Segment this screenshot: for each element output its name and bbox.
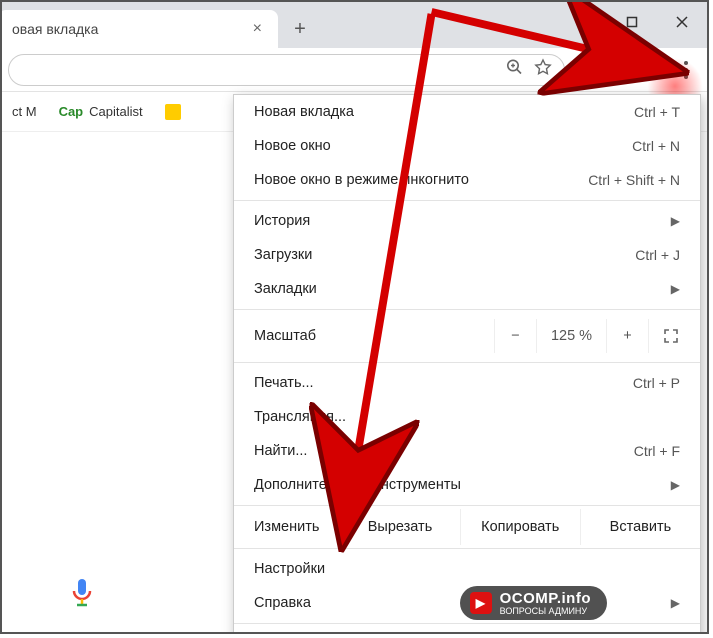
menu-settings[interactable]: Настройки (234, 552, 700, 586)
main-menu-button[interactable] (671, 55, 701, 85)
zoom-out-button[interactable]: − (494, 319, 536, 353)
extension-shield-icon[interactable] (569, 55, 599, 85)
edit-cut-button[interactable]: Вырезать (339, 509, 459, 545)
extension-profile-icon[interactable] (637, 55, 667, 85)
submenu-arrow-icon: ▶ (671, 596, 680, 610)
menu-shortcut: Ctrl + F (634, 443, 680, 459)
tab-title: овая вкладка (12, 21, 247, 37)
menu-downloads[interactable]: Загрузки Ctrl + J (234, 238, 700, 272)
menu-label: Дополнительные инструменты (254, 477, 661, 493)
bookmark-item[interactable] (165, 104, 181, 120)
menu-exit[interactable]: Выход (234, 627, 700, 634)
menu-label: Новое окно в режиме инкогнито (254, 172, 588, 188)
menu-label: Изменить (234, 509, 339, 545)
menu-label: История (254, 213, 661, 229)
watermark-icon: ▶ (470, 592, 492, 614)
extension-tag-icon[interactable] (603, 55, 633, 85)
menu-label: Масштаб (254, 328, 494, 344)
submenu-arrow-icon: ▶ (671, 478, 680, 492)
menu-bookmarks[interactable]: Закладки ▶ (234, 272, 700, 306)
window-maximize-button[interactable] (607, 2, 657, 42)
bookmark-favicon-icon (165, 104, 181, 120)
menu-find[interactable]: Найти... Ctrl + F (234, 434, 700, 468)
zoom-indicator-icon[interactable] (506, 58, 524, 81)
zoom-in-button[interactable]: + (606, 319, 648, 353)
watermark-subtext: ВОПРОСЫ АДМИНУ (500, 607, 591, 616)
submenu-arrow-icon: ▶ (671, 214, 680, 228)
menu-edit-row: Изменить Вырезать Копировать Вставить (234, 509, 700, 545)
voice-search-icon[interactable] (42, 568, 122, 618)
tab-close-icon[interactable]: × (247, 20, 268, 38)
menu-label: Закладки (254, 281, 661, 297)
menu-cast[interactable]: Трансляция... (234, 400, 700, 434)
menu-separator (234, 309, 700, 310)
menu-shortcut: Ctrl + N (632, 138, 680, 154)
menu-incognito[interactable]: Новое окно в режиме инкогнито Ctrl + Shi… (234, 163, 700, 197)
menu-shortcut: Ctrl + P (633, 375, 680, 391)
window-minimize-button[interactable] (557, 2, 607, 42)
menu-separator (234, 505, 700, 506)
menu-label: Новое окно (254, 138, 632, 154)
bookmark-item[interactable]: Cap Capitalist (59, 104, 143, 119)
menu-label: Загрузки (254, 247, 635, 263)
edit-copy-button[interactable]: Копировать (460, 509, 580, 545)
bookmark-star-icon[interactable] (534, 58, 552, 81)
titlebar: овая вкладка × + (2, 2, 707, 48)
submenu-arrow-icon: ▶ (671, 282, 680, 296)
bookmark-label: ct M (12, 104, 37, 119)
menu-label: Найти... (254, 443, 634, 459)
menu-separator (234, 548, 700, 549)
edit-paste-button[interactable]: Вставить (580, 509, 700, 545)
bookmark-favicon-text: Cap (59, 104, 84, 119)
menu-history[interactable]: История ▶ (234, 204, 700, 238)
menu-separator (234, 362, 700, 363)
toolbar (2, 48, 707, 92)
address-bar[interactable] (8, 54, 565, 86)
menu-separator (234, 623, 700, 624)
watermark-badge: ▶ OCOMP.info ВОПРОСЫ АДМИНУ (460, 586, 607, 620)
window-controls (557, 2, 707, 42)
bookmark-item[interactable]: ct M (12, 104, 37, 119)
browser-tab[interactable]: овая вкладка × (0, 10, 278, 48)
new-tab-button[interactable]: + (284, 13, 316, 45)
menu-print[interactable]: Печать... Ctrl + P (234, 366, 700, 400)
zoom-value: 125 % (536, 319, 606, 353)
fullscreen-button[interactable] (648, 319, 692, 353)
menu-label: Печать... (254, 375, 633, 391)
menu-shortcut: Ctrl + Shift + N (588, 172, 680, 188)
menu-shortcut: Ctrl + T (634, 104, 680, 120)
menu-separator (234, 200, 700, 201)
bookmark-label: Capitalist (89, 104, 142, 119)
main-menu: Новая вкладка Ctrl + T Новое окно Ctrl +… (233, 94, 701, 634)
watermark-text: OCOMP.info (500, 590, 591, 607)
menu-zoom-row: Масштаб − 125 % + (234, 313, 700, 359)
menu-new-tab[interactable]: Новая вкладка Ctrl + T (234, 95, 700, 129)
menu-new-window[interactable]: Новое окно Ctrl + N (234, 129, 700, 163)
menu-label: Трансляция... (254, 409, 680, 425)
window-close-button[interactable] (657, 2, 707, 42)
menu-label: Настройки (254, 561, 680, 577)
menu-shortcut: Ctrl + J (635, 247, 680, 263)
menu-more-tools[interactable]: Дополнительные инструменты ▶ (234, 468, 700, 502)
menu-label: Новая вкладка (254, 104, 634, 120)
